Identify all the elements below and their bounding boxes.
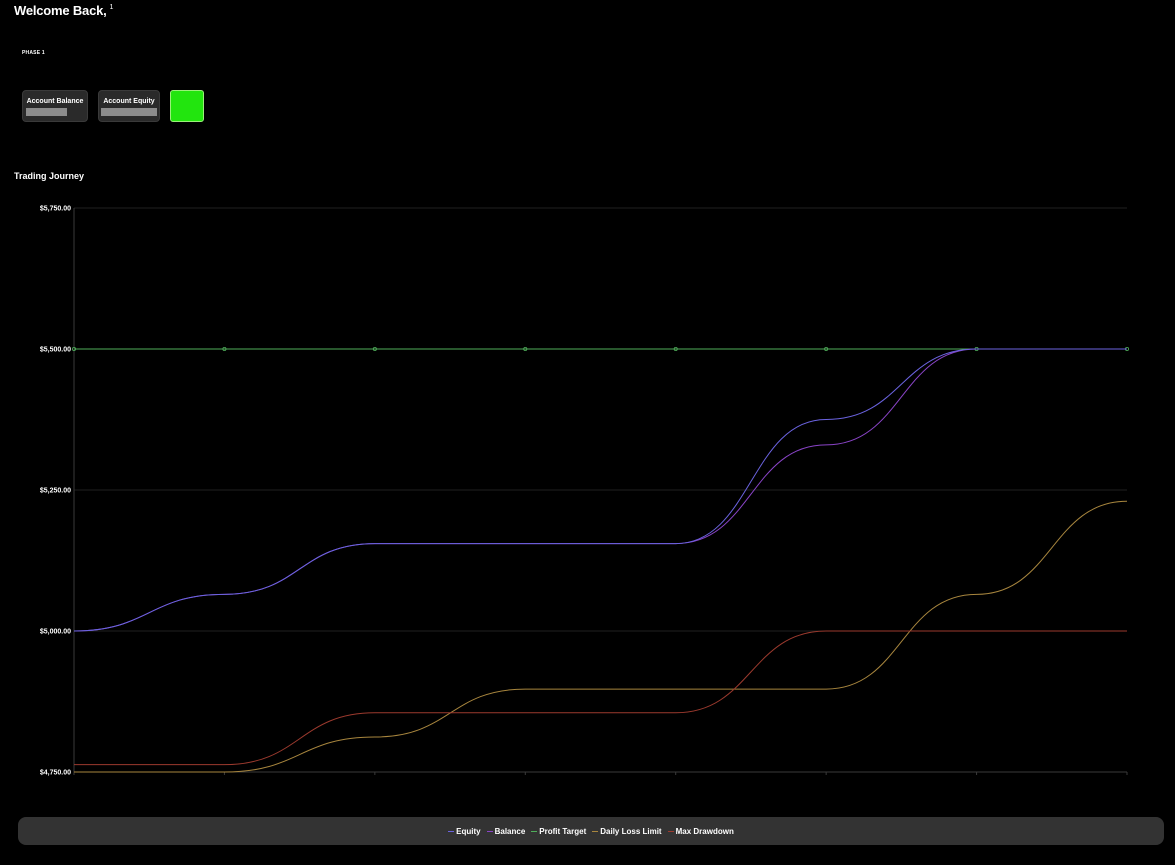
legend-swatch: [448, 830, 455, 832]
trading-journey-chart: $4,750.00 $5,000.00 $5,250.00 $5,500.00 $5,7…: [40, 206, 1130, 777]
account-balance-card[interactable]: Account Balance: [22, 90, 88, 122]
welcome-heading: Welcome Back, 1: [14, 3, 113, 18]
account-equity-redacted-value: [101, 108, 157, 116]
legend-item-max-drawdown[interactable]: Max Drawdown: [667, 826, 734, 836]
y-tick-label: $5,750.00: [40, 206, 71, 213]
legend-swatch: [667, 830, 674, 832]
account-equity-card[interactable]: Account Equity: [98, 90, 160, 122]
legend-item-profit-target[interactable]: Profit Target: [531, 827, 586, 836]
welcome-text: Welcome Back,: [14, 3, 107, 18]
legend-label: Profit Target: [539, 826, 587, 836]
chart-legend: Equity Balance Profit Target Daily Loss Lim…: [18, 817, 1164, 845]
series-line-daily-loss-limit: [74, 500, 1128, 773]
y-tick-label: $5,250.00: [40, 488, 71, 495]
legend-item-daily-loss-limit[interactable]: Daily Loss Limit: [592, 826, 662, 836]
welcome-user-marker: 1: [109, 4, 114, 11]
legend-label: Equity: [456, 826, 481, 836]
series-line-max-drawdown: [74, 630, 1127, 766]
account-balance-redacted-value: [26, 108, 67, 116]
account-balance-label: Account Balance: [26, 98, 84, 105]
y-tick-label: $4,750.00: [40, 770, 71, 777]
phase-label: PHASE 1: [22, 50, 45, 56]
y-tick-label: $5,000.00: [40, 629, 71, 636]
legend-swatch: [486, 830, 493, 832]
legend-label: Max Drawdown: [675, 826, 734, 836]
account-equity-label: Account Equity: [103, 98, 155, 105]
legend-item-balance[interactable]: Balance: [486, 826, 526, 836]
legend-swatch: [531, 830, 538, 832]
account-status-indicator[interactable]: [170, 90, 204, 122]
dashboard-page: Welcome Back, 1 PHASE 1 Account Balance A…: [0, 0, 1175, 865]
legend-label: Balance: [494, 826, 526, 836]
legend-label: Daily Loss Limit: [600, 826, 662, 836]
trading-journey-title: Trading Journey: [14, 171, 85, 181]
legend-swatch: [592, 830, 599, 832]
legend-item-equity[interactable]: Equity: [448, 826, 481, 836]
y-tick-label: $5,500.00: [40, 347, 71, 354]
